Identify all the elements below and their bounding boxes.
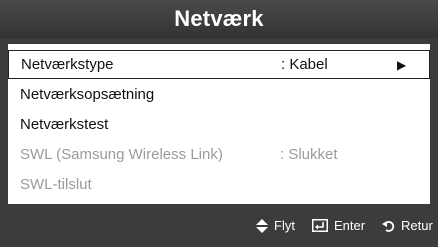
menu-item-value: : Kabel — [281, 56, 328, 73]
menu-item-swl: SWL (Samsung Wireless Link) : Slukket — [8, 140, 430, 169]
menu-item-label: Netværkstest — [20, 116, 109, 133]
network-menu-window: Netværk Netværkstype : Kabel ▶ Netværkso… — [0, 0, 438, 247]
footer-hints: Flyt Enter Retur — [0, 206, 438, 247]
return-icon — [382, 219, 395, 232]
menu-item-label: Netværksopsætning — [20, 86, 155, 103]
menu-item-network-setup[interactable]: Netværksopsætning — [8, 80, 430, 109]
menu-item-network-type[interactable]: Netværkstype : Kabel ▶ — [8, 50, 430, 79]
move-updown-icon — [256, 218, 268, 233]
enter-icon — [312, 219, 328, 232]
menu-panel: Netværkstype : Kabel ▶ Netværksopsætning… — [8, 44, 430, 204]
menu-item-network-test[interactable]: Netværkstest — [8, 110, 430, 139]
menu-item-value: : Slukket — [280, 146, 338, 163]
menu-item-swl-connect: SWL-tilslut — [8, 170, 430, 199]
return-hint: Retur — [382, 218, 433, 233]
enter-hint-label: Enter — [334, 218, 366, 233]
menu-item-label: SWL-tilslut — [20, 176, 92, 193]
menu-item-label: SWL (Samsung Wireless Link) — [20, 146, 223, 163]
title-bar: Netværk — [0, 0, 438, 38]
move-hint-label: Flyt — [274, 218, 295, 233]
menu-item-label: Netværkstype — [21, 56, 114, 73]
submenu-arrow-icon: ▶ — [397, 57, 407, 72]
page-title: Netværk — [174, 6, 264, 31]
enter-hint: Enter — [312, 218, 365, 233]
return-hint-label: Retur — [401, 218, 433, 233]
move-hint: Flyt — [256, 218, 295, 233]
